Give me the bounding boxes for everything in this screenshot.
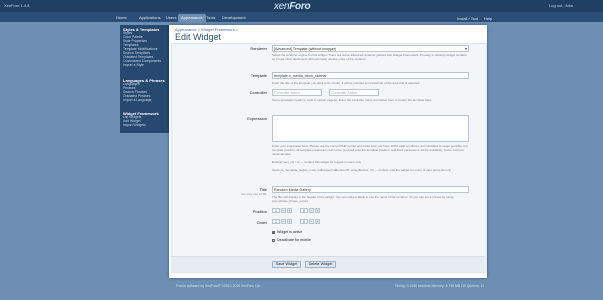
- title-hint: The title will display in the header of …: [272, 195, 454, 203]
- main-nav: [0, 12, 603, 22]
- expression-label: Expression: [247, 116, 267, 121]
- template-label: Template: [250, 73, 267, 78]
- tab-users[interactable]: Users: [163, 14, 179, 22]
- order-b-increment-button[interactable]: +: [315, 219, 320, 224]
- position-stepper-a[interactable]: 1: [272, 208, 280, 213]
- position-a-increment-button[interactable]: +: [287, 208, 292, 213]
- controller-label: Controller: [249, 90, 267, 95]
- widget-active-checkbox[interactable]: [272, 231, 275, 234]
- expression-example-1: $visitor['user_id'] > 0 — renders this w…: [272, 160, 362, 164]
- position-stepper-b[interactable]: 0: [300, 208, 308, 213]
- deactivate-mobile-checkbox[interactable]: [272, 239, 275, 242]
- help-link[interactable]: Help: [484, 16, 492, 21]
- renderer-select[interactable]: [Advanced] Template (without wrapper) ▾: [272, 45, 469, 52]
- order-stepper-b[interactable]: 0: [300, 219, 308, 224]
- footer-debug-info: Timing: 0.1056 seconds Memory: 6.759 MB …: [394, 284, 484, 288]
- expression-hint: Enter your expression here. Please use t…: [272, 144, 469, 156]
- logout-link[interactable]: Log out, John: [549, 3, 573, 8]
- board-version: XenForo 1.4.8: [4, 3, 30, 8]
- position-b-increment-button[interactable]: +: [315, 208, 320, 213]
- order-b-decrement-button[interactable]: −: [309, 219, 314, 224]
- admin-sidebar: Styles & Templates Styles Color Palette …: [120, 25, 169, 133]
- renderer-hint: Select the renderer engine for this widg…: [272, 53, 468, 61]
- widget-active-label: Widget is active: [277, 230, 303, 234]
- deactivate-mobile-label: Deactivate for mobile: [277, 238, 311, 242]
- order-a-decrement-button[interactable]: −: [281, 219, 286, 224]
- template-input[interactable]: template.n_media_block_sidebar: [272, 72, 469, 79]
- order-a-increment-button[interactable]: +: [287, 219, 292, 224]
- controller-name-input[interactable]: Controller Name: [272, 89, 322, 96]
- save-widget-button[interactable]: Save Widget: [272, 261, 301, 268]
- renderer-select-value: [Advanced] Template (without wrapper): [274, 47, 337, 51]
- position-label: Position: [252, 209, 267, 214]
- renderer-label: Renderer: [250, 46, 267, 51]
- tab-tools[interactable]: Tools: [203, 14, 218, 22]
- xenforo-logo[interactable]: xenForo: [274, 1, 311, 12]
- tab-development[interactable]: Development: [219, 14, 249, 22]
- sidebar-item-import-widgets[interactable]: Import Widgets: [123, 123, 146, 127]
- controller-action-input[interactable]: Controller Action: [329, 89, 379, 96]
- page-title: Edit Widget: [175, 32, 222, 42]
- position-a-decrement-button[interactable]: −: [281, 208, 286, 213]
- order-stepper-a[interactable]: 1: [272, 219, 280, 224]
- expression-textarea[interactable]: [272, 115, 469, 142]
- position-b-decrement-button[interactable]: −: [309, 208, 314, 213]
- footer-copyright[interactable]: Forum software by XenForo® ©2010-2015 Xe…: [176, 284, 261, 288]
- controller-separator: :: [325, 90, 326, 94]
- sidebar-item-import-style[interactable]: Import a Style: [123, 63, 144, 67]
- chevron-down-icon: ▾: [464, 46, 467, 51]
- tab-home[interactable]: Home: [113, 14, 130, 22]
- controller-hint: Some templates needs to work in certain …: [272, 98, 432, 102]
- expression-example-2: XenForo_Template_Helper_Core::callHelper…: [272, 168, 451, 172]
- title-sublabel: You may use HTML: [240, 192, 267, 196]
- tab-appearance[interactable]: Appearance: [178, 14, 206, 22]
- sidebar-item-import-language[interactable]: Import a Language: [123, 98, 151, 102]
- install-tool-link[interactable]: Install / Tool: [457, 16, 478, 21]
- order-label: Order: [256, 220, 267, 225]
- title-input[interactable]: Random Media Gallery: [272, 186, 469, 193]
- template-hint: Enter the title of the template you want…: [272, 81, 421, 85]
- delete-widget-button[interactable]: Delete Widget: [305, 261, 336, 268]
- tab-applications[interactable]: Applications: [136, 14, 164, 22]
